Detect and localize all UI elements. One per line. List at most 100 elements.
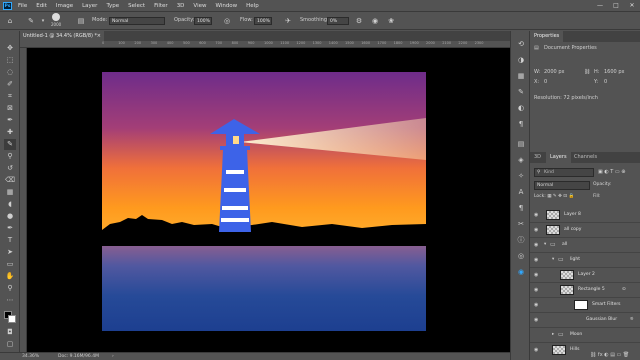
document-tab[interactable]: Untitled-1 @ 34.4% (RGB/8) * × (20, 31, 104, 41)
visibility-icon[interactable]: ◉ (534, 227, 538, 233)
flow-input[interactable]: 100% (254, 17, 272, 25)
screen-mode-icon[interactable]: ▢ (4, 339, 16, 350)
gear-icon[interactable]: ⚙ (354, 16, 364, 26)
menu-type[interactable]: Type (106, 3, 119, 9)
path-select-tool-icon[interactable]: ➤ (4, 247, 16, 258)
channels-icon[interactable]: ◈ (516, 155, 526, 165)
menu-window[interactable]: Window (215, 3, 237, 9)
minimize-button[interactable]: — (592, 2, 608, 9)
menu-help[interactable]: Help (246, 3, 259, 9)
quick-select-tool-icon[interactable]: ✐ (4, 79, 16, 90)
layer-filter-select[interactable]: ⚲ Kind (534, 168, 594, 177)
lock-icons[interactable]: Lock: ▦ ✎ ✥ ⊡ 🔒 (534, 194, 574, 199)
layer-name[interactable]: light (570, 257, 580, 262)
libraries-icon[interactable]: ◉ (516, 267, 526, 277)
filter-row[interactable]: ◉ Gaussian Blur ⚟ (530, 313, 640, 328)
layer-name[interactable]: all (562, 242, 567, 247)
eraser-tool-icon[interactable]: ⌫ (4, 175, 16, 186)
layer-group-row[interactable]: ▸ ▭ Moon (530, 328, 640, 343)
visibility-icon[interactable]: ◉ (534, 347, 538, 353)
chevron-down-icon[interactable]: ▾ (38, 16, 48, 26)
menu-layer[interactable]: Layer (82, 3, 97, 9)
glyphs-icon[interactable]: ¶ (516, 203, 526, 213)
move-tool-icon[interactable]: ✥ (4, 43, 16, 54)
close-window-button[interactable]: ✕ (624, 2, 640, 9)
y-value[interactable]: 0 (604, 79, 607, 85)
type-tool-icon[interactable]: T (4, 235, 16, 246)
chevron-right-icon[interactable]: › (112, 354, 114, 359)
brush-preview-icon[interactable] (52, 13, 60, 21)
tab-3d[interactable]: 3D (530, 152, 545, 163)
mode-select[interactable]: Normal (109, 17, 165, 25)
brush-panel-icon[interactable]: ▤ (76, 16, 86, 26)
timeline-icon[interactable]: ◎ (516, 251, 526, 261)
healing-tool-icon[interactable]: ✚ (4, 127, 16, 138)
layer-name[interactable]: Gaussian Blur (586, 317, 617, 322)
tab-layers[interactable]: Layers (546, 152, 571, 163)
chevron-right-icon[interactable]: ▸ (552, 332, 554, 337)
symmetry-icon[interactable]: ❀ (386, 16, 396, 26)
layer-row[interactable]: ◉ all copy (530, 223, 640, 238)
layers-icon[interactable]: ▤ (516, 139, 526, 149)
visibility-icon[interactable]: ◉ (534, 212, 538, 218)
layer-name[interactable]: Hills (570, 347, 579, 352)
lasso-tool-icon[interactable]: ◌ (4, 67, 16, 78)
pen-tool-icon[interactable]: ✒ (4, 223, 16, 234)
shape-tool-icon[interactable]: ▭ (4, 259, 16, 270)
layer-row[interactable]: ◉ Layer 8 (530, 208, 640, 223)
width-value[interactable]: 2000 px (544, 69, 564, 75)
pressure-opacity-icon[interactable]: ◎ (222, 16, 232, 26)
history-brush-tool-icon[interactable]: ↺ (4, 163, 16, 174)
eyedropper-tool-icon[interactable]: ✒ (4, 115, 16, 126)
x-value[interactable]: 0 (544, 79, 547, 85)
background-color-swatch[interactable] (8, 315, 16, 323)
gradient-tool-icon[interactable]: ▦ (4, 187, 16, 198)
visibility-icon[interactable]: ◉ (534, 287, 538, 293)
pressure-size-icon[interactable]: ◉ (370, 16, 380, 26)
link-icon[interactable]: ⛓ (584, 69, 590, 75)
layer-name[interactable]: Layer 2 (578, 272, 595, 277)
tab-properties[interactable]: Properties (530, 31, 564, 42)
maximize-button[interactable]: □ (608, 2, 624, 9)
layer-row[interactable]: ◉ Rectangle 5 ⊙ (530, 283, 640, 298)
menu-3d[interactable]: 3D (177, 3, 185, 9)
visibility-icon[interactable]: ◉ (534, 302, 538, 308)
menu-filter[interactable]: Filter (154, 3, 168, 9)
paths-icon[interactable]: ✧ (516, 171, 526, 181)
paragraph-icon[interactable]: ¶ (516, 119, 526, 129)
layer-row[interactable]: ◉ Layer 2 (530, 268, 640, 283)
tools-icon[interactable]: ✂ (516, 219, 526, 229)
visibility-icon[interactable]: ◉ (534, 272, 538, 278)
smoothing-input[interactable]: 0% (327, 17, 349, 25)
dodge-tool-icon[interactable]: ● (4, 211, 16, 222)
info-icon[interactable]: ⓘ (516, 235, 526, 245)
artwork-canvas[interactable] (102, 72, 426, 331)
adjustments-icon[interactable]: ◐ (516, 103, 526, 113)
smart-filters-row[interactable]: ◉ Smart Filters (530, 298, 640, 313)
zoom-tool-icon[interactable]: ⚲ (4, 283, 16, 294)
height-value[interactable]: 1600 px (604, 69, 624, 75)
layer-name[interactable]: Smart Filters (592, 302, 621, 307)
crop-tool-icon[interactable]: ⌗ (4, 91, 16, 102)
history-icon[interactable]: ⟲ (516, 39, 526, 49)
tab-channels[interactable]: Channels (570, 152, 601, 163)
close-tab-icon[interactable]: × (97, 31, 101, 41)
layer-name[interactable]: Rectangle 5 (578, 287, 605, 292)
visibility-icon[interactable]: ◉ (534, 242, 538, 248)
menu-select[interactable]: Select (128, 3, 145, 9)
layer-group-row[interactable]: ◉ ▾ ▭ all (530, 238, 640, 253)
frame-tool-icon[interactable]: ⊠ (4, 103, 16, 114)
layer-name[interactable]: Moon (570, 332, 582, 337)
menu-edit[interactable]: Edit (36, 3, 47, 9)
zoom-level[interactable]: 34.36% (22, 354, 39, 359)
brush-tool-icon[interactable]: ✎ (26, 16, 36, 26)
blur-tool-icon[interactable]: ◖ (4, 199, 16, 210)
menu-view[interactable]: View (193, 3, 206, 9)
marquee-tool-icon[interactable]: ⬚ (4, 55, 16, 66)
blend-mode-select[interactable]: Normal (534, 181, 590, 190)
color-icon[interactable]: ◑ (516, 55, 526, 65)
brush-tool-icon[interactable]: ✎ (4, 139, 16, 150)
layer-name[interactable]: Layer 8 (564, 212, 581, 217)
brush-settings-icon[interactable]: ✎ (516, 87, 526, 97)
visibility-icon[interactable]: ◉ (534, 257, 538, 263)
